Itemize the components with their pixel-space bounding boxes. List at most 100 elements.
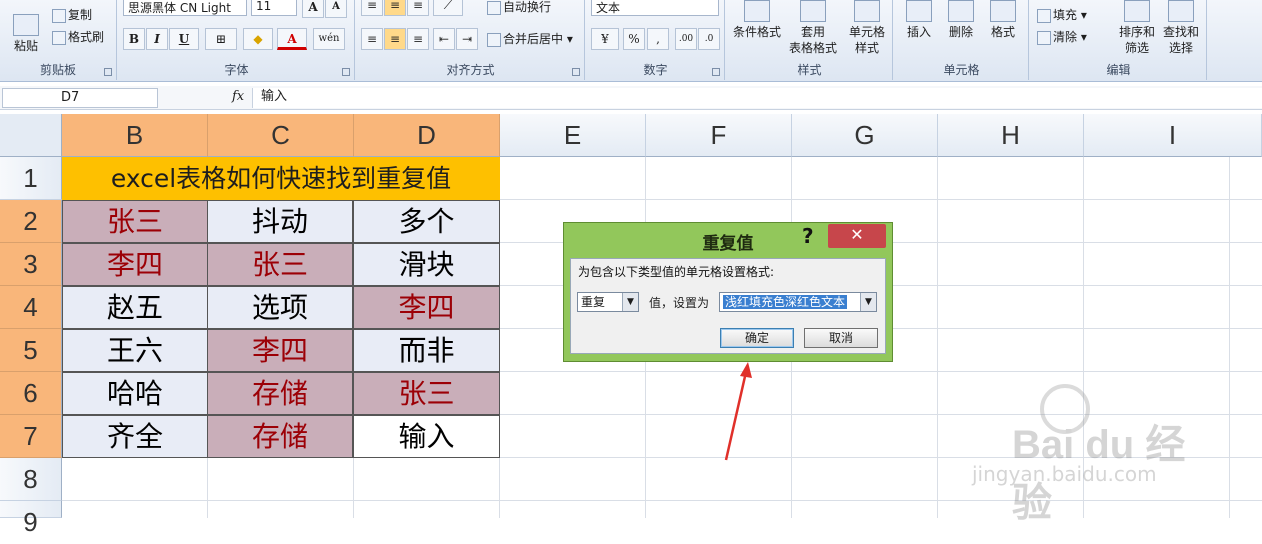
chevron-down-icon: ▼ — [622, 293, 638, 311]
cell-c7[interactable]: 存储 — [207, 415, 353, 458]
find-select-button[interactable]: 查找和 选择 — [1159, 0, 1203, 56]
column-header-h[interactable]: H — [938, 114, 1084, 157]
fill-button[interactable]: 填充 ▾ — [1037, 6, 1087, 23]
font-group: 思源黑体 CN Light 11 A A B I U ⊞ ◆ A wén 字体 — [119, 0, 355, 80]
close-icon[interactable]: ✕ — [828, 224, 886, 248]
help-icon[interactable]: ? — [802, 224, 814, 248]
row-header-1[interactable]: 1 — [0, 157, 62, 200]
column-header-f[interactable]: F — [646, 114, 792, 157]
font-color-icon[interactable]: A — [277, 28, 307, 50]
function-icon[interactable]: fx — [232, 89, 244, 104]
cell-b6[interactable]: 哈哈 — [62, 372, 208, 415]
align-bottom-icon[interactable]: ≡ — [407, 0, 429, 16]
cell-d5[interactable]: 而非 — [353, 329, 500, 372]
clipboard-launcher-icon[interactable] — [104, 68, 112, 76]
font-size-select[interactable]: 11 — [251, 0, 297, 16]
row-header-9[interactable]: 9 — [0, 501, 62, 537]
conditional-format-button[interactable]: 条件格式 — [729, 0, 785, 40]
clear-button[interactable]: 清除 ▾ — [1037, 28, 1087, 45]
font-group-title: 字体 — [224, 63, 249, 77]
cell-c2[interactable]: 抖动 — [207, 200, 353, 243]
decrease-indent-icon[interactable]: ⇤ — [433, 28, 455, 50]
wrap-text-button[interactable]: 自动换行 — [487, 0, 551, 15]
shrink-font-button[interactable]: A — [325, 0, 347, 18]
align-left-icon[interactable]: ≡ — [361, 28, 383, 50]
italic-button[interactable]: I — [146, 28, 168, 50]
copy-icon — [52, 8, 66, 23]
column-header-d[interactable]: D — [354, 114, 500, 157]
cell-c5[interactable]: 李四 — [207, 329, 353, 372]
underline-button[interactable]: U — [169, 28, 199, 50]
percent-button[interactable]: % — [623, 28, 645, 50]
cell-c3[interactable]: 张三 — [207, 243, 353, 286]
cells-group-title: 单元格 — [943, 63, 980, 77]
align-right-icon[interactable]: ≡ — [407, 28, 429, 50]
format-painter-button[interactable]: 格式刷 — [52, 28, 104, 45]
row-header-5[interactable]: 5 — [0, 329, 62, 372]
binoculars-icon — [1168, 0, 1194, 22]
column-header-g[interactable]: G — [792, 114, 938, 157]
cell-b4[interactable]: 赵五 — [62, 286, 208, 329]
align-top-icon[interactable]: ≡ — [361, 0, 383, 16]
format-select[interactable]: 浅红填充色深红色文本 ▼ — [719, 292, 877, 312]
increase-decimal-icon[interactable]: .00 — [675, 28, 697, 50]
cell-c6[interactable]: 存储 — [207, 372, 353, 415]
select-all-corner[interactable] — [0, 114, 62, 157]
fill-color-icon[interactable]: ◆ — [243, 28, 273, 50]
clipboard-group-title: 剪贴板 — [39, 63, 76, 77]
merge-center-button[interactable]: 合并后居中 ▾ — [487, 30, 573, 47]
cancel-button[interactable]: 取消 — [804, 328, 878, 348]
cell-d4[interactable]: 李四 — [353, 286, 500, 329]
format-as-table-button[interactable]: 套用 表格格式 — [783, 0, 843, 56]
cell-d2[interactable]: 多个 — [353, 200, 500, 243]
cell-b5[interactable]: 王六 — [62, 329, 208, 372]
comma-button[interactable]: , — [647, 28, 669, 50]
cell-d6[interactable]: 张三 — [353, 372, 500, 415]
cell-c4[interactable]: 选项 — [207, 286, 353, 329]
row-header-7[interactable]: 7 — [0, 415, 62, 458]
delete-button[interactable]: 删除 — [941, 0, 981, 40]
font-launcher-icon[interactable] — [342, 68, 350, 76]
number-launcher-icon[interactable] — [712, 68, 720, 76]
font-name-select[interactable]: 思源黑体 CN Light — [123, 0, 247, 16]
format-button[interactable]: 格式 — [983, 0, 1023, 40]
increase-indent-icon[interactable]: ⇥ — [456, 28, 478, 50]
align-center-icon[interactable]: ≡ — [384, 28, 406, 50]
row-header-4[interactable]: 4 — [0, 286, 62, 329]
align-middle-icon[interactable]: ≡ — [384, 0, 406, 16]
formula-input[interactable]: 输入 — [252, 88, 1262, 108]
editing-group: 填充 ▾ 清除 ▾ 排序和 筛选 查找和 选择 编辑 — [1031, 0, 1207, 80]
column-header-c[interactable]: C — [208, 114, 354, 157]
bold-button[interactable]: B — [123, 28, 145, 50]
cell-b2[interactable]: 张三 — [62, 200, 208, 243]
decrease-decimal-icon[interactable]: .0 — [698, 28, 720, 50]
row-header-8[interactable]: 8 — [0, 458, 62, 501]
row-header-3[interactable]: 3 — [0, 243, 62, 286]
cell-b3[interactable]: 李四 — [62, 243, 208, 286]
cell-d7[interactable]: 输入 — [353, 415, 500, 458]
border-button[interactable]: ⊞ — [205, 28, 237, 50]
cell-styles-button[interactable]: 单元格 样式 — [843, 0, 891, 56]
name-box[interactable]: D7 — [2, 88, 158, 108]
title-cell[interactable]: excel表格如何快速找到重复值 — [62, 157, 500, 200]
insert-button[interactable]: 插入 — [899, 0, 939, 40]
number-format-select[interactable]: 文本 — [591, 0, 719, 16]
phonetic-icon[interactable]: wén — [313, 28, 345, 50]
currency-icon[interactable]: ¥ — [591, 28, 619, 50]
value-label: 值，设置为 — [649, 296, 710, 310]
cell-b7[interactable]: 齐全 — [62, 415, 208, 458]
column-header-b[interactable]: B — [62, 114, 208, 157]
row-header-2[interactable]: 2 — [0, 200, 62, 243]
alignment-launcher-icon[interactable] — [572, 68, 580, 76]
paste-button[interactable]: 粘贴 — [8, 14, 44, 54]
column-header-i[interactable]: I — [1084, 114, 1262, 157]
orientation-icon[interactable]: ⟋ — [433, 0, 463, 16]
row-header-6[interactable]: 6 — [0, 372, 62, 415]
copy-button[interactable]: 复制 — [52, 6, 92, 23]
grow-font-button[interactable]: A — [302, 0, 324, 18]
value-type-select[interactable]: 重复 ▼ — [577, 292, 639, 312]
column-header-e[interactable]: E — [500, 114, 646, 157]
ok-button[interactable]: 确定 — [720, 328, 794, 348]
sort-filter-button[interactable]: 排序和 筛选 — [1115, 0, 1159, 56]
cell-d3[interactable]: 滑块 — [353, 243, 500, 286]
